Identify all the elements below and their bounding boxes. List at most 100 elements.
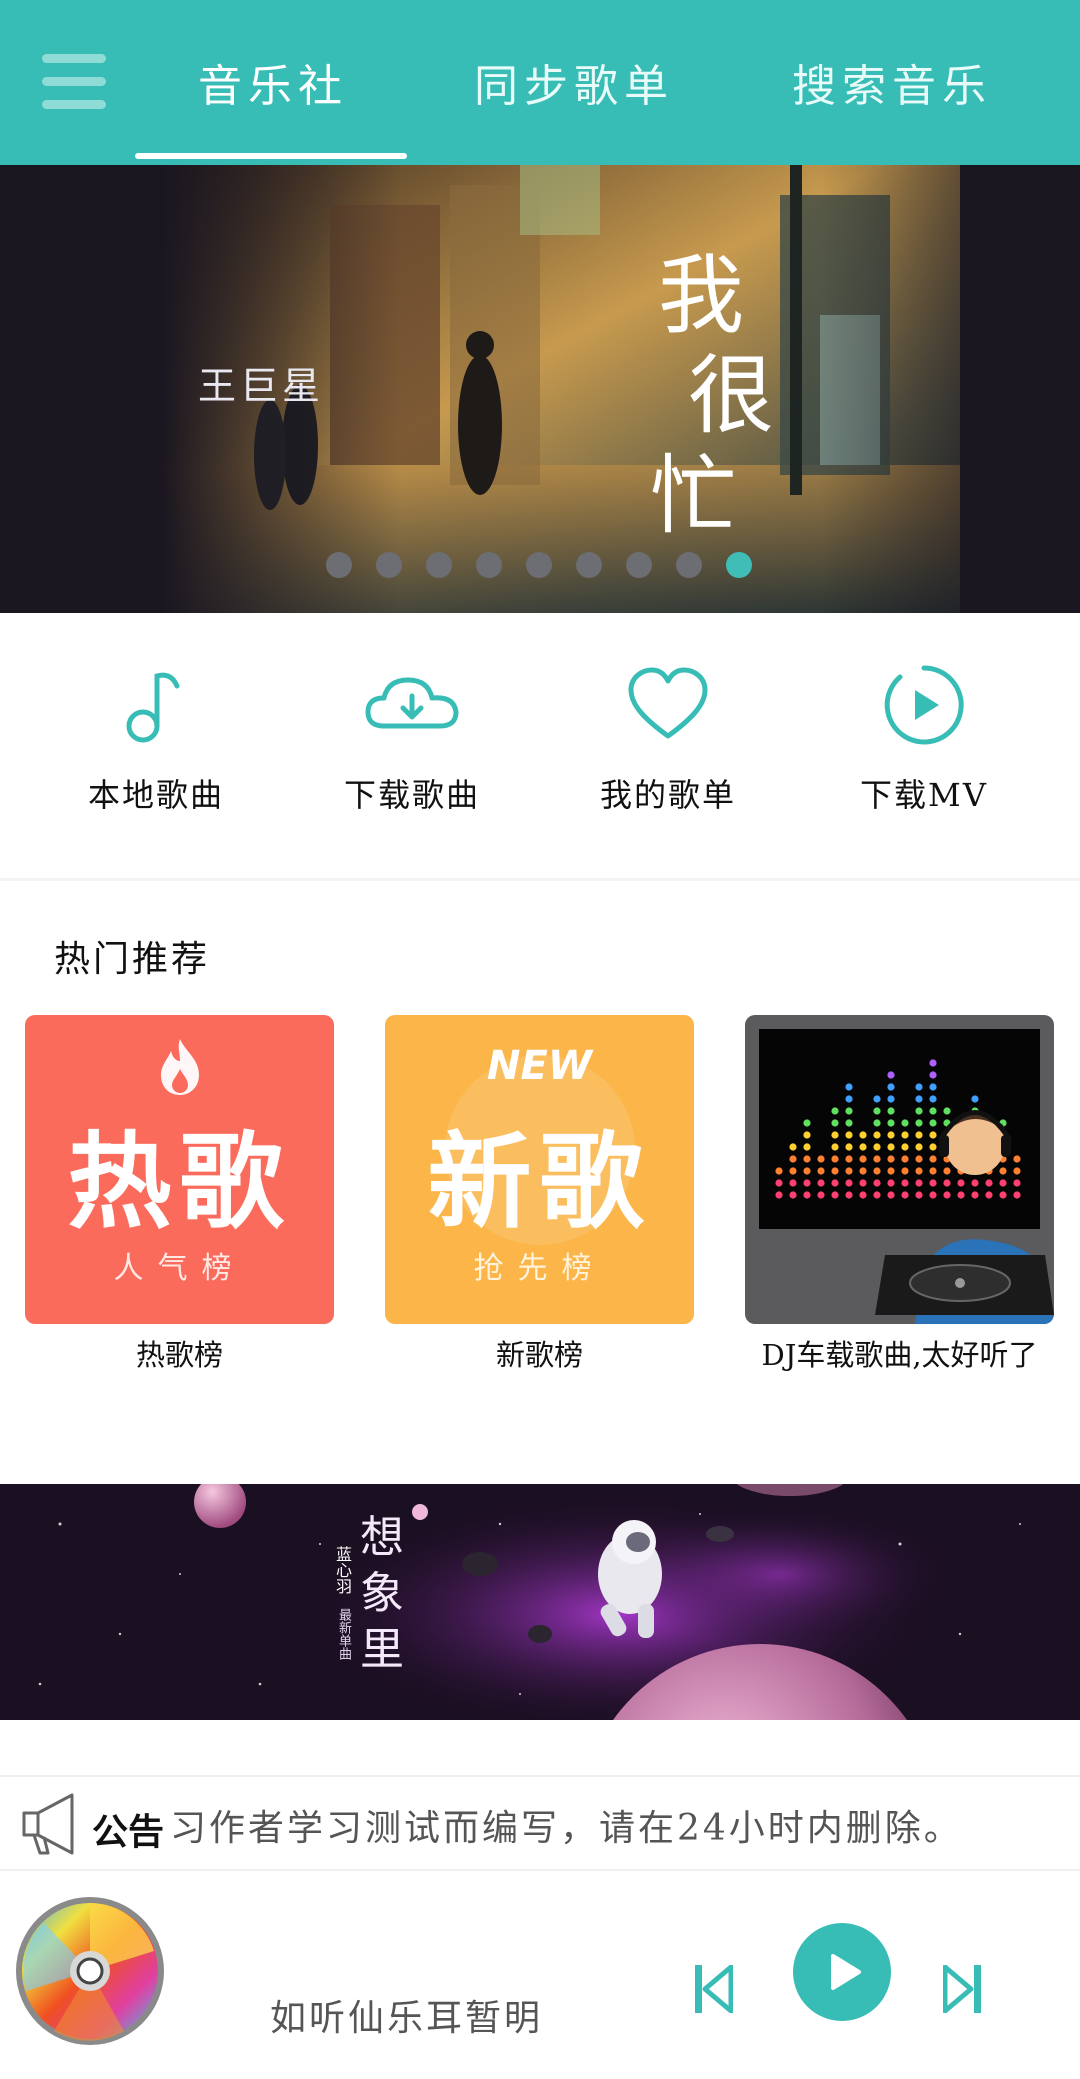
download-mv-button[interactable]: 下载MV bbox=[824, 660, 1024, 816]
equalizer-dot bbox=[957, 1179, 965, 1187]
equalizer-dot bbox=[901, 1191, 909, 1199]
announcement-bar[interactable]: 公告 习作者学习测试而编写，请在24小时内删除。 bbox=[0, 1775, 1080, 1871]
equalizer-dot bbox=[873, 1095, 881, 1103]
carousel-dot[interactable] bbox=[426, 552, 452, 578]
equalizer-dot bbox=[831, 1155, 839, 1163]
equalizer-dot bbox=[873, 1191, 881, 1199]
carousel-dot[interactable] bbox=[576, 552, 602, 578]
chart-card-new[interactable]: NEW 新歌 抢先榜 新歌榜 bbox=[385, 1015, 694, 1374]
equalizer-dot bbox=[943, 1167, 951, 1175]
equalizer-dot bbox=[1013, 1179, 1021, 1187]
carousel-dot[interactable] bbox=[476, 552, 502, 578]
chart-card-hot[interactable]: 热歌 人气榜 热歌榜 bbox=[25, 1015, 334, 1374]
equalizer-dot bbox=[845, 1155, 853, 1163]
my-playlist-button[interactable]: 我的歌单 bbox=[568, 660, 768, 816]
equalizer-dot bbox=[873, 1167, 881, 1175]
banner-title: 我 很 忙 bbox=[630, 225, 780, 546]
equalizer-dot bbox=[859, 1179, 867, 1187]
divider bbox=[0, 878, 1080, 881]
equalizer-dot bbox=[803, 1131, 811, 1139]
download-songs-label: 下载歌曲 bbox=[343, 776, 480, 814]
now-playing-title: 如听仙乐耳暂明 bbox=[270, 1998, 544, 2039]
tab-search-music[interactable]: 搜索音乐 bbox=[792, 50, 992, 114]
equalizer-dot bbox=[929, 1143, 937, 1151]
equalizer-dot bbox=[901, 1179, 909, 1187]
equalizer-dot bbox=[887, 1095, 895, 1103]
banner-carousel[interactable]: 王巨星 我 很 忙 bbox=[0, 165, 1080, 613]
equalizer-dot bbox=[901, 1155, 909, 1163]
download-songs-button[interactable]: 下载歌曲 bbox=[312, 660, 512, 816]
equalizer-dot bbox=[775, 1167, 783, 1175]
previous-track-icon[interactable] bbox=[695, 1965, 733, 2013]
carousel-dots bbox=[326, 552, 752, 578]
heart-icon bbox=[628, 667, 708, 739]
banner-artwork bbox=[0, 165, 1080, 613]
carousel-dot[interactable] bbox=[326, 552, 352, 578]
tab-sync-playlist[interactable]: 同步歌单 bbox=[474, 50, 674, 114]
equalizer-dot bbox=[845, 1131, 853, 1139]
equalizer-dot bbox=[873, 1119, 881, 1127]
carousel-dot[interactable] bbox=[626, 552, 652, 578]
space-artwork bbox=[38, 1484, 1021, 1720]
equalizer-dot bbox=[803, 1191, 811, 1199]
equalizer-dot bbox=[929, 1191, 937, 1199]
new-cover-title: 新歌 bbox=[427, 1121, 652, 1243]
cloud-download-icon bbox=[365, 677, 459, 729]
play-button[interactable] bbox=[793, 1923, 891, 2021]
equalizer-dot bbox=[929, 1119, 937, 1127]
tab-music-club[interactable]: 音乐社 bbox=[198, 50, 348, 114]
equalizer-dot bbox=[929, 1167, 937, 1175]
top-bar: 音乐社 同步歌单 搜索音乐 bbox=[0, 0, 1080, 165]
equalizer-dot bbox=[985, 1179, 993, 1187]
equalizer-dot bbox=[845, 1095, 853, 1103]
equalizer-dot bbox=[999, 1191, 1007, 1199]
equalizer-dot bbox=[831, 1179, 839, 1187]
equalizer-dot bbox=[789, 1191, 797, 1199]
equalizer-dot bbox=[775, 1191, 783, 1199]
promo-banner[interactable]: 蓝心羽 最新单曲 想 象 里 bbox=[0, 1484, 1080, 1720]
play-circle-icon bbox=[884, 665, 964, 745]
menu-icon[interactable] bbox=[42, 54, 106, 110]
dj-illustration bbox=[759, 1029, 1054, 1324]
announcement-marquee: 习作者学习测试而编写，请在24小时内删除。 bbox=[170, 1799, 1060, 1849]
equalizer-dot bbox=[1013, 1167, 1021, 1175]
carousel-dot[interactable] bbox=[676, 552, 702, 578]
local-songs-label: 本地歌曲 bbox=[87, 776, 224, 814]
local-songs-button[interactable]: 本地歌曲 bbox=[56, 660, 256, 816]
carousel-dot-active[interactable] bbox=[726, 552, 752, 578]
carousel-dot[interactable] bbox=[526, 552, 552, 578]
equalizer-dot bbox=[831, 1119, 839, 1127]
equalizer-dot bbox=[789, 1155, 797, 1163]
equalizer-dot bbox=[915, 1191, 923, 1199]
new-cover-subtitle: 抢先榜 bbox=[473, 1251, 606, 1286]
promo-title-char: 象 bbox=[360, 1568, 404, 1619]
equalizer-dot bbox=[957, 1191, 965, 1199]
announcement-text: 习作者学习测试而编写，请在24小时内删除。 bbox=[170, 1808, 963, 1849]
equalizer-dot bbox=[817, 1191, 825, 1199]
equalizer-dot bbox=[887, 1107, 895, 1115]
promo-title: 想 象 里 bbox=[360, 1510, 420, 1678]
playlist-card-dj[interactable]: DJ车载歌曲,太好听了 bbox=[745, 1015, 1054, 1374]
album-disc-icon[interactable] bbox=[14, 1895, 166, 2047]
equalizer-dot bbox=[873, 1131, 881, 1139]
equalizer-dot bbox=[915, 1143, 923, 1151]
new-cover-tag: NEW bbox=[487, 1043, 592, 1089]
equalizer-dot bbox=[817, 1155, 825, 1163]
carousel-dot[interactable] bbox=[376, 552, 402, 578]
equalizer-dot bbox=[803, 1119, 811, 1127]
next-track-icon[interactable] bbox=[943, 1965, 981, 2013]
equalizer-dot bbox=[803, 1143, 811, 1151]
equalizer-dot bbox=[915, 1167, 923, 1175]
section-title-hot-recommend: 热门推荐 bbox=[54, 939, 211, 980]
equalizer-dot bbox=[971, 1095, 979, 1103]
music-note-icon bbox=[126, 672, 180, 743]
equalizer-dot bbox=[859, 1143, 867, 1151]
equalizer-dot bbox=[999, 1167, 1007, 1175]
equalizer-dot bbox=[1013, 1155, 1021, 1163]
equalizer-dot bbox=[831, 1191, 839, 1199]
equalizer-dot bbox=[859, 1167, 867, 1175]
equalizer-dot bbox=[929, 1083, 937, 1091]
equalizer-dot bbox=[929, 1071, 937, 1079]
hot-chart-caption: 热歌榜 bbox=[135, 1338, 223, 1372]
equalizer-dot bbox=[803, 1167, 811, 1175]
